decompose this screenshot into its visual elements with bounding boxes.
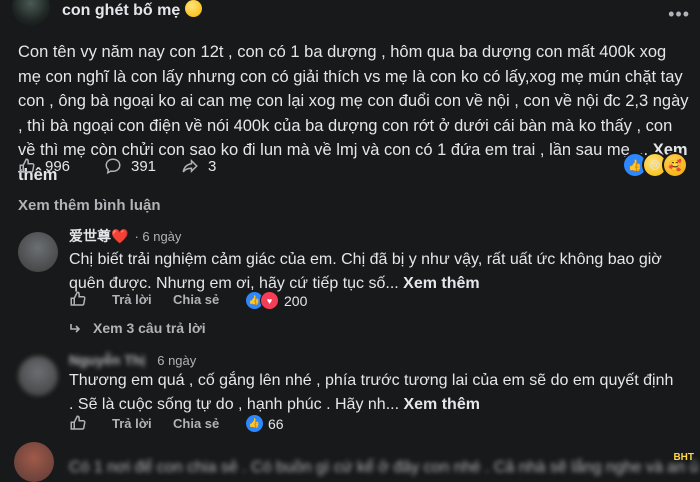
comment-like-button[interactable] bbox=[69, 414, 87, 437]
heart-reaction-icon: ♥ bbox=[260, 291, 279, 310]
comment-reaction-count: 200 bbox=[284, 292, 308, 309]
comment-text: Có 1 nơi để con chia sẻ . Có buồn gì cứ … bbox=[69, 459, 699, 476]
post-reactions[interactable]: 👍 😢 🥰 bbox=[622, 152, 688, 178]
smile-emoji-icon bbox=[185, 0, 203, 17]
comment-reactions[interactable]: 👍 66 bbox=[246, 415, 284, 432]
reply-arrow-icon bbox=[70, 324, 81, 333]
comment-body-text: Thương em quá , cố gắng lên nhé , phía t… bbox=[69, 372, 674, 413]
comment-share-button[interactable]: Chia sẻ bbox=[173, 292, 219, 307]
comment-text: Thương em quá , cố gắng lên nhé , phía t… bbox=[69, 369, 679, 416]
like-icon bbox=[70, 415, 86, 430]
view-replies-label[interactable]: Xem 3 câu trả lời bbox=[93, 320, 206, 336]
comment-header: 爱世尊❤️ · 6 ngày bbox=[69, 226, 181, 246]
share-icon bbox=[182, 158, 198, 174]
comment-author-name[interactable]: Nguyễn Thị bbox=[69, 352, 145, 368]
comment-reply-button[interactable]: Trả lời bbox=[112, 416, 152, 431]
more-options-icon[interactable]: ••• bbox=[668, 4, 690, 25]
comment-count: 391 bbox=[131, 157, 157, 175]
like-count: 996 bbox=[45, 157, 71, 175]
comment-avatar[interactable] bbox=[18, 232, 58, 272]
view-replies-link[interactable]: Xem 3 câu trả lời bbox=[69, 320, 206, 336]
post-author[interactable]: con ghét bố mẹ bbox=[62, 0, 203, 20]
comment-reactions[interactable]: 👍 ♥ 200 bbox=[246, 291, 307, 310]
comment-see-more-link[interactable]: Xem thêm bbox=[403, 275, 479, 292]
comment-avatar[interactable] bbox=[18, 356, 58, 396]
post-like-button[interactable]: 996 bbox=[18, 157, 70, 175]
comment-author-name[interactable]: 爱世尊❤️ bbox=[69, 226, 128, 246]
comment-time[interactable]: 6 ngày bbox=[157, 353, 196, 368]
comment-avatar[interactable] bbox=[14, 442, 54, 482]
post-share-button[interactable]: 3 bbox=[181, 157, 216, 175]
view-more-comments-link[interactable]: Xem thêm bình luận bbox=[18, 197, 161, 214]
care-reaction-icon: 🥰 bbox=[662, 152, 688, 178]
comment-reply-button[interactable]: Trả lời bbox=[112, 292, 152, 307]
comment-header: Nguyễn Thị 6 ngày bbox=[69, 352, 196, 368]
comment-icon bbox=[105, 158, 121, 175]
site-watermark: BHT bbox=[673, 452, 694, 463]
like-reaction-icon: 👍 bbox=[246, 415, 263, 432]
post-body-text: Con tên vy năm nay con 12t , con có 1 ba… bbox=[18, 43, 689, 159]
like-icon bbox=[70, 291, 86, 306]
comment-reaction-count: 66 bbox=[268, 415, 284, 432]
like-icon bbox=[19, 158, 35, 173]
comment-text: Chị biết trải nghiệm cảm giác của em. Ch… bbox=[69, 248, 679, 295]
post-comment-button[interactable]: 391 bbox=[104, 157, 156, 175]
comment-share-button[interactable]: Chia sẻ bbox=[173, 416, 219, 431]
comment-body-text: Chị biết trải nghiệm cảm giác của em. Ch… bbox=[69, 251, 662, 292]
author-name[interactable]: con ghét bố mẹ bbox=[62, 2, 180, 19]
comment-like-button[interactable] bbox=[69, 290, 87, 313]
comment-time[interactable]: · 6 ngày bbox=[134, 229, 181, 244]
author-avatar[interactable] bbox=[12, 0, 50, 26]
share-count: 3 bbox=[208, 157, 217, 175]
comment-see-more-link[interactable]: Xem thêm bbox=[403, 396, 479, 413]
